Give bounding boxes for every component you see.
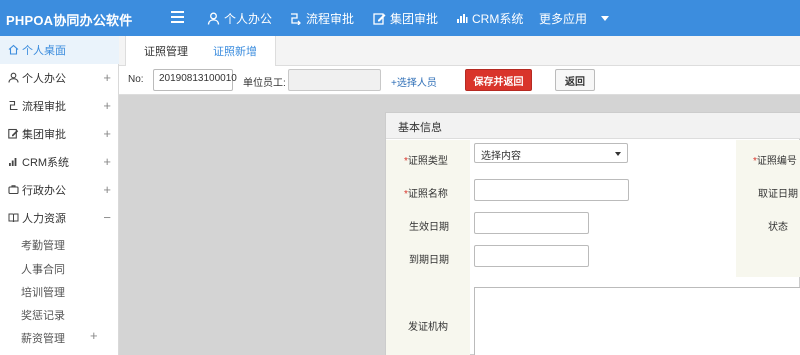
edit-icon xyxy=(373,12,386,25)
book-icon xyxy=(8,213,19,223)
issuing-authority-textarea[interactable] xyxy=(474,287,800,355)
bar-chart-icon xyxy=(457,14,468,23)
basic-info-panel: 基本信息 *证照类型 选择内容 *证照名称 生效日期 到期日期 发证机构 *证照… xyxy=(385,112,800,355)
effective-date-input[interactable] xyxy=(474,212,589,234)
sidebar-subitem-salary[interactable]: 薪资管理 xyxy=(21,330,65,346)
user-icon xyxy=(8,72,19,83)
toolbar: No: 20190813100010 单位员工: +选择人员 保存并返回 返回 xyxy=(119,66,800,95)
home-icon xyxy=(8,44,19,55)
topnav-label: CRM系统 xyxy=(472,11,524,26)
tab-bar: 证照管理 证照新增 xyxy=(119,36,800,66)
collapse-icon[interactable]: − xyxy=(103,210,111,225)
sidebar-item-crm[interactable]: CRM系统 + xyxy=(0,148,119,176)
license-name-label: *证照名称 xyxy=(404,189,448,200)
topnav-label: 个人办公 xyxy=(224,11,273,26)
sidebar-item-label: 行政办公 xyxy=(22,185,66,197)
sidebar-item-personal-office[interactable]: 个人办公 + xyxy=(0,64,119,92)
sidebar: 个人桌面 个人办公 + 流程审批 + 集团审批 + CRM系统 + 行政办公 +… xyxy=(0,36,119,355)
effective-date-label: 生效日期 xyxy=(409,222,449,233)
caret-down-icon xyxy=(601,15,610,21)
user-icon xyxy=(207,12,220,25)
no-input[interactable]: 20190813100010 xyxy=(153,69,237,91)
sidebar-item-hr[interactable]: 人力资源 − xyxy=(0,204,119,232)
topnav-label: 流程审批 xyxy=(306,11,355,26)
topnav-group-approval[interactable]: 集团审批 xyxy=(373,10,438,26)
sidebar-item-label: CRM系统 xyxy=(22,157,70,169)
expand-icon[interactable]: + xyxy=(103,98,111,113)
license-type-label: *证照类型 xyxy=(404,156,448,167)
employee-label: 单位员工: xyxy=(243,78,286,89)
topnav-label: 更多应用 xyxy=(539,11,588,26)
expiry-date-label: 到期日期 xyxy=(409,255,449,266)
sidebar-item-label: 集团审批 xyxy=(22,129,66,141)
status-label: 状态 xyxy=(768,222,788,233)
return-button[interactable]: 返回 xyxy=(555,69,595,91)
topnav-more-apps[interactable]: 更多应用 xyxy=(539,10,610,26)
no-label: No: xyxy=(128,74,144,85)
license-name-input[interactable] xyxy=(474,179,629,201)
sidebar-item-label: 个人桌面 xyxy=(22,45,66,57)
briefcase-icon xyxy=(8,185,19,195)
sidebar-item-flow-approval[interactable]: 流程审批 + xyxy=(0,92,119,120)
sidebar-subitem-contract[interactable]: 人事合同 xyxy=(21,261,65,277)
menu-toggle-icon[interactable] xyxy=(171,11,184,23)
topnav-label: 集团审批 xyxy=(390,11,439,26)
bar-chart-icon xyxy=(9,158,17,166)
topnav-personal-office[interactable]: 个人办公 xyxy=(207,10,272,26)
sidebar-item-label: 个人办公 xyxy=(22,73,66,85)
sidebar-subitem-rewards[interactable]: 奖惩记录 xyxy=(21,307,65,323)
section-title: 基本信息 xyxy=(386,113,800,139)
issuing-authority-label: 发证机构 xyxy=(408,322,448,333)
sidebar-item-group-approval[interactable]: 集团审批 + xyxy=(0,120,119,148)
app-title: PHPOA协同办公软件 xyxy=(6,13,133,28)
edit-icon xyxy=(8,128,19,139)
employee-input[interactable] xyxy=(288,69,381,91)
select-person-link[interactable]: +选择人员 xyxy=(391,74,437,89)
sidebar-subitem-attendance[interactable]: 考勤管理 xyxy=(21,237,65,253)
sidebar-subitem-training[interactable]: 培训管理 xyxy=(21,284,65,300)
flow-icon xyxy=(9,100,18,111)
save-and-return-button[interactable]: 保存并返回 xyxy=(465,69,532,91)
sidebar-item-personal-desktop[interactable]: 个人桌面 xyxy=(0,36,119,64)
expand-icon[interactable]: + xyxy=(103,126,111,141)
select-value: 选择内容 xyxy=(481,151,521,162)
sidebar-item-label: 人力资源 xyxy=(22,213,66,225)
chevron-down-icon xyxy=(615,152,621,156)
license-number-label: *证照编号 xyxy=(753,156,797,167)
expand-icon[interactable]: + xyxy=(103,154,111,169)
obtain-date-label: 取证日期 xyxy=(758,189,798,200)
tab-license-add[interactable]: 证照新增 xyxy=(195,36,276,66)
flow-icon xyxy=(291,12,301,25)
expand-icon[interactable]: + xyxy=(103,70,111,85)
expiry-date-input[interactable] xyxy=(474,245,589,267)
expand-icon[interactable]: + xyxy=(90,328,98,343)
topnav-flow-approval[interactable]: 流程审批 xyxy=(289,10,354,26)
topnav-crm[interactable]: CRM系统 xyxy=(456,10,523,26)
license-type-select[interactable]: 选择内容 xyxy=(474,143,628,163)
sidebar-item-label: 流程审批 xyxy=(22,101,66,113)
sidebar-item-admin-office[interactable]: 行政办公 + xyxy=(0,176,119,204)
top-navbar: PHPOA协同办公软件 个人办公 流程审批 集团审批 CRM系统 更多应用 xyxy=(0,0,800,36)
expand-icon[interactable]: + xyxy=(103,182,111,197)
